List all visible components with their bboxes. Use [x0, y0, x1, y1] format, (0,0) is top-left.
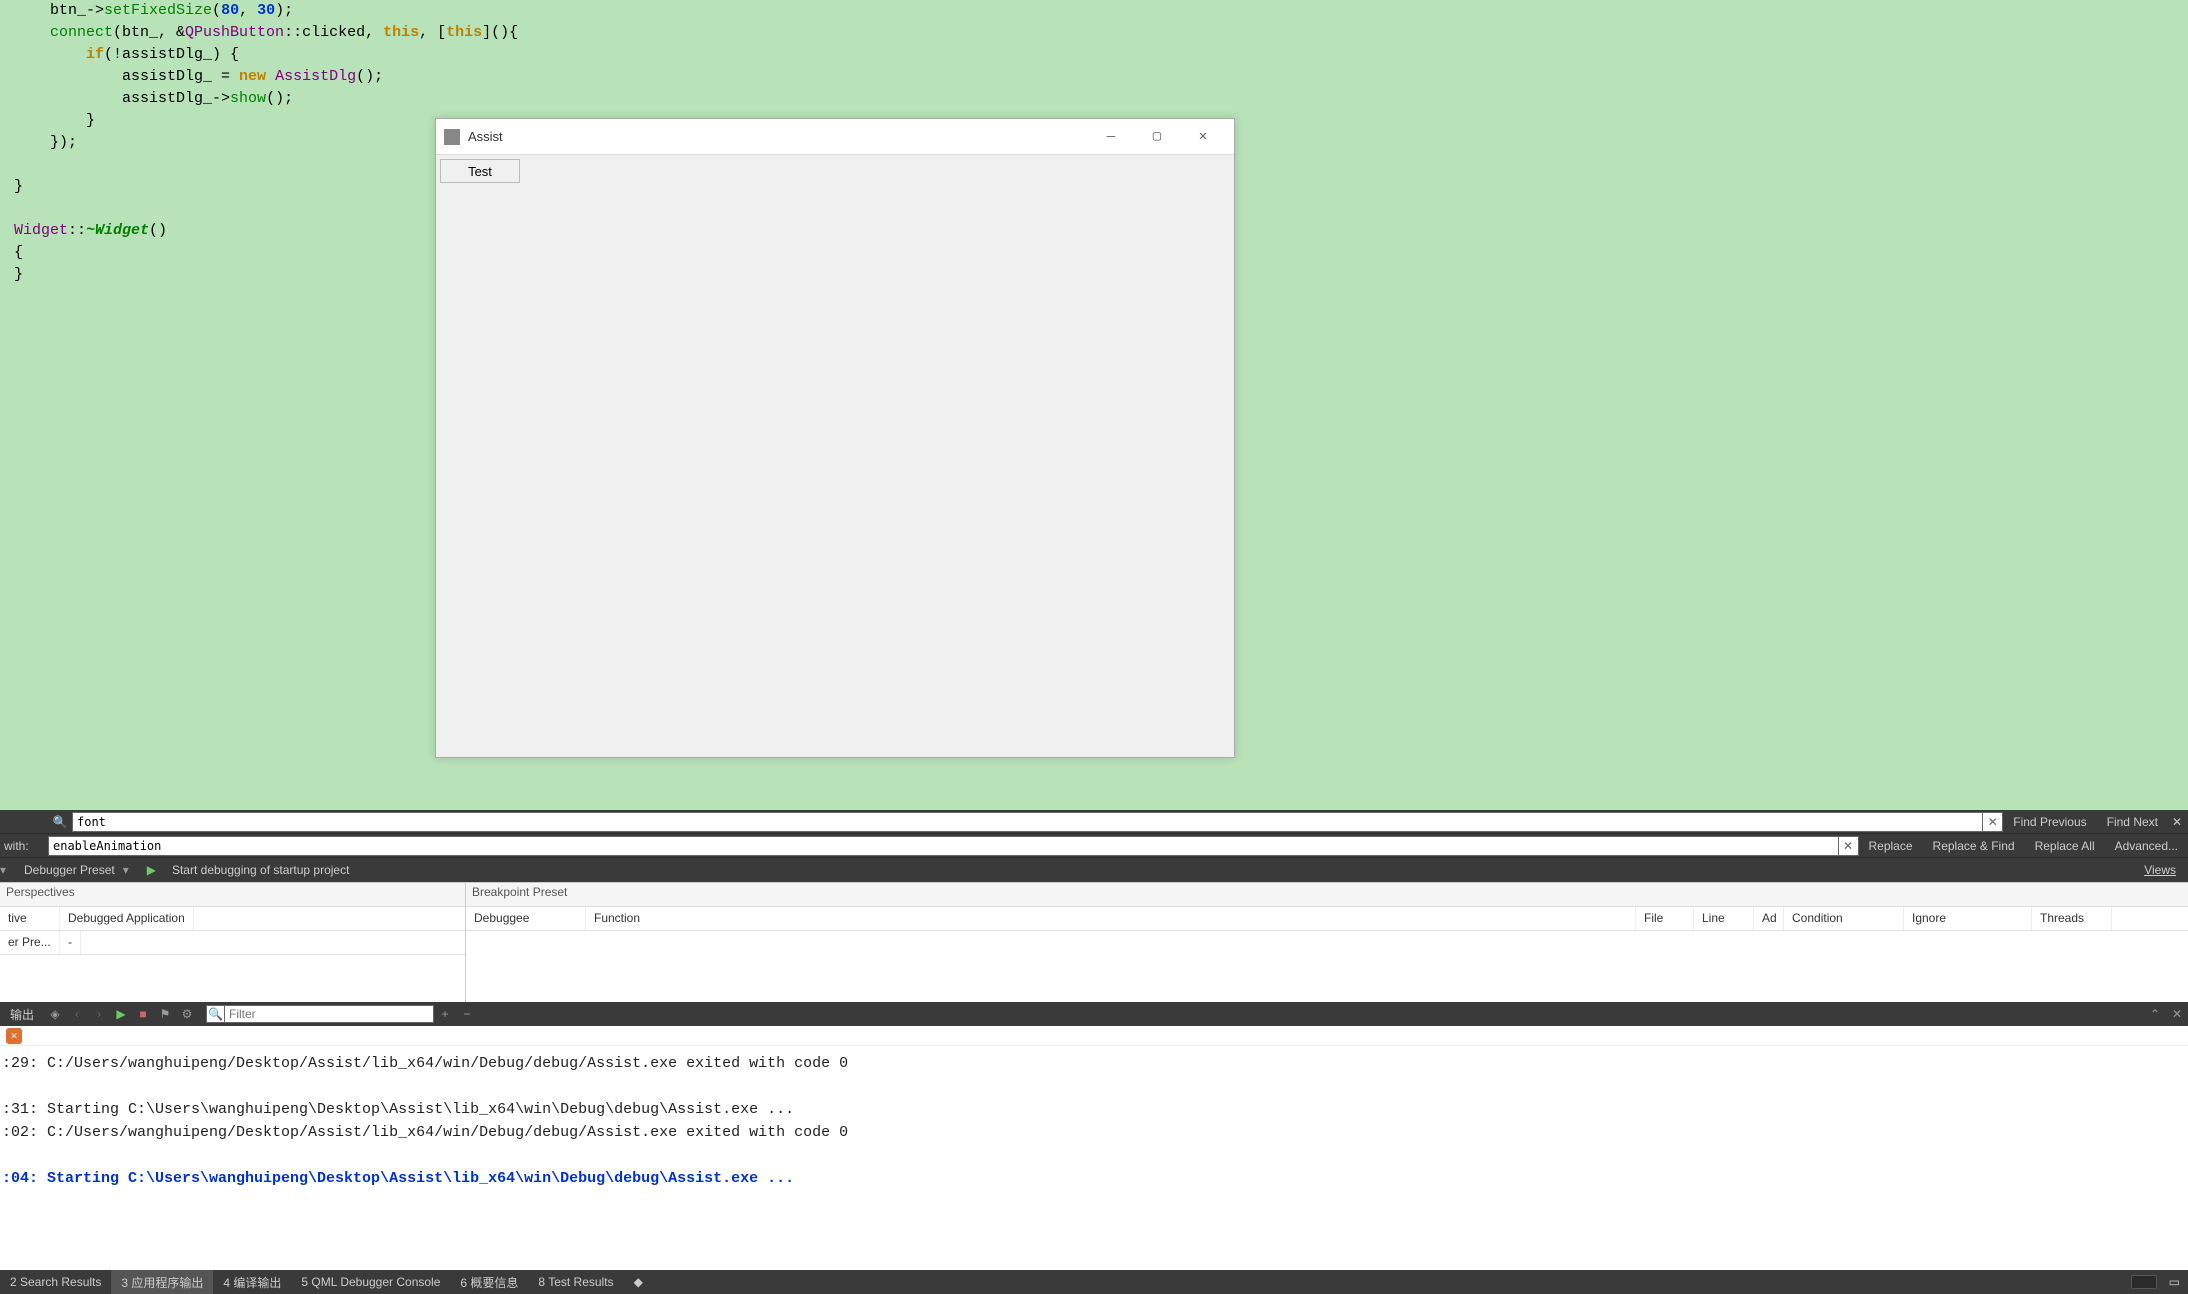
- debug-toolbar: ▾ Debugger Preset ▾ ▶ Start debugging of…: [0, 858, 2188, 882]
- col-debugged-app[interactable]: Debugged Application: [60, 907, 194, 930]
- output-label: 输出: [0, 1006, 44, 1023]
- window-body: Test: [436, 155, 1234, 187]
- stop-icon[interactable]: ■: [132, 1002, 154, 1026]
- replace-find-button[interactable]: Replace & Find: [1923, 834, 2025, 858]
- prev-icon[interactable]: ‹: [66, 1002, 88, 1026]
- bottom-tab-bar: 2 Search Results3 应用程序输出4 编译输出5 QML Debu…: [0, 1270, 2188, 1294]
- row-cell: er Pre...: [0, 931, 60, 954]
- next-icon[interactable]: ›: [88, 1002, 110, 1026]
- output-toolbar: 输出 ◈ ‹ › ▶ ■ ⚑ ⚙ 🔍 + − ⌃ ✕: [0, 1002, 2188, 1026]
- dropdown-icon[interactable]: ▾: [123, 863, 139, 877]
- start-debug-label[interactable]: Start debugging of startup project: [164, 858, 357, 882]
- bottom-tab[interactable]: 8 Test Results: [528, 1270, 623, 1294]
- output-tab-row: ✕: [0, 1026, 2188, 1046]
- col-threads[interactable]: Threads: [2032, 907, 2112, 930]
- perspectives-row[interactable]: er Pre... -: [0, 931, 465, 955]
- expand-icon[interactable]: ⌃: [2144, 1002, 2166, 1026]
- assist-window: Assist — ▢ ✕ Test: [435, 118, 1235, 758]
- test-button[interactable]: Test: [440, 159, 520, 183]
- perspectives-left: Perspectives tive Debugged Application e…: [0, 883, 466, 1002]
- views-button[interactable]: Views: [2132, 863, 2188, 877]
- filter-icon: 🔍: [206, 1005, 224, 1023]
- col-debuggee[interactable]: Debuggee: [466, 907, 586, 930]
- bottom-tab[interactable]: 6 概要信息: [450, 1270, 528, 1294]
- close-find-icon[interactable]: ✕: [2168, 815, 2188, 829]
- perspectives-columns: tive Debugged Application: [0, 907, 465, 931]
- col-active[interactable]: tive: [0, 907, 60, 930]
- breakpoint-columns: DebuggeeFunctionFileLineAdConditionIgnor…: [466, 907, 2188, 931]
- minimize-button[interactable]: —: [1088, 119, 1134, 155]
- maximize-button[interactable]: ▢: [1134, 119, 1180, 155]
- replace-input[interactable]: [48, 836, 1839, 856]
- search-input[interactable]: [72, 812, 1983, 832]
- bottom-tab[interactable]: 2 Search Results: [0, 1270, 111, 1294]
- bottom-tab[interactable]: 4 编译输出: [213, 1270, 291, 1294]
- attach-icon[interactable]: ◈: [44, 1002, 66, 1026]
- perspectives-header: Perspectives: [0, 883, 465, 907]
- col-ignore[interactable]: Ignore: [1904, 907, 2032, 930]
- advanced-button[interactable]: Advanced...: [2105, 834, 2188, 858]
- status-indicator: [2131, 1275, 2157, 1289]
- close-output-icon[interactable]: ✕: [2166, 1002, 2188, 1026]
- zoom-in-icon[interactable]: +: [434, 1002, 456, 1026]
- replace-all-button[interactable]: Replace All: [2025, 834, 2105, 858]
- find-previous-button[interactable]: Find Previous: [2003, 810, 2096, 834]
- breakpoint-header: Breakpoint Preset: [466, 883, 2188, 907]
- col-ad[interactable]: Ad: [1754, 907, 1784, 930]
- search-icon: 🔍: [52, 814, 68, 830]
- zoom-out-icon[interactable]: −: [456, 1002, 478, 1026]
- replace-label: with:: [0, 839, 48, 853]
- clear-search-icon[interactable]: ✕: [1983, 812, 2003, 832]
- bottom-tab[interactable]: 5 QML Debugger Console: [291, 1270, 450, 1294]
- find-replace-bar: 🔍 ✕ Find Previous Find Next ✕ with: ✕ Re…: [0, 810, 2188, 858]
- window-titlebar[interactable]: Assist — ▢ ✕: [436, 119, 1234, 155]
- bottom-tab[interactable]: 3 应用程序输出: [111, 1270, 213, 1294]
- perspectives-panel: Perspectives tive Debugged Application e…: [0, 882, 2188, 1002]
- output-console[interactable]: :29: C:/Users/wanghuipeng/Desktop/Assist…: [0, 1046, 2188, 1270]
- search-label: [0, 815, 48, 829]
- run-icon[interactable]: ▶: [139, 858, 164, 882]
- replace-button[interactable]: Replace: [1859, 834, 1923, 858]
- col-line[interactable]: Line: [1694, 907, 1754, 930]
- col-function[interactable]: Function: [586, 907, 1636, 930]
- sidebar-toggle-icon[interactable]: ▭: [2169, 1275, 2180, 1289]
- app-icon: [444, 129, 460, 145]
- col-condition[interactable]: Condition: [1784, 907, 1904, 930]
- close-button[interactable]: ✕: [1180, 119, 1226, 155]
- find-next-button[interactable]: Find Next: [2097, 810, 2168, 834]
- clear-replace-icon[interactable]: ✕: [1839, 836, 1859, 856]
- window-title: Assist: [468, 129, 1088, 144]
- output-filter-input[interactable]: [224, 1005, 434, 1023]
- close-tab-icon[interactable]: ✕: [6, 1028, 22, 1044]
- gear-icon[interactable]: ⚙: [176, 1002, 198, 1026]
- run-icon[interactable]: ▶: [110, 1002, 132, 1026]
- row-cell: -: [60, 931, 81, 954]
- dropdown-icon[interactable]: ▾: [0, 863, 16, 877]
- debugger-preset[interactable]: Debugger Preset: [16, 858, 123, 882]
- col-file[interactable]: File: [1636, 907, 1694, 930]
- flag-icon[interactable]: ⚑: [154, 1002, 176, 1026]
- breakpoint-panel: Breakpoint Preset DebuggeeFunctionFileLi…: [466, 883, 2188, 1002]
- tab-selector-icon[interactable]: ◆: [624, 1270, 653, 1294]
